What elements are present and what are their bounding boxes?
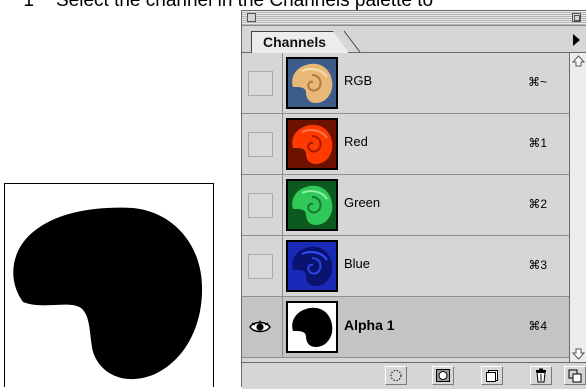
- new-channel-icon: [486, 370, 498, 382]
- new-channel-button[interactable]: [481, 366, 503, 385]
- channel-shortcut: ⌘~: [527, 75, 547, 89]
- channel-row-alpha-1[interactable]: Alpha 1 ⌘4: [242, 297, 569, 358]
- load-channel-selection-icon: [390, 370, 402, 381]
- trash-icon: [536, 368, 546, 383]
- channel-list: RGB ⌘~ Red ⌘1 Green ⌘2 Blue ⌘3 Alpha 1 ⌘…: [242, 53, 569, 361]
- visibility-box[interactable]: [248, 71, 273, 96]
- channel-name: Red: [344, 134, 368, 149]
- channel-shortcut: ⌘4: [528, 319, 547, 333]
- channel-row-red[interactable]: Red ⌘1: [242, 114, 569, 175]
- channel-row-rgb[interactable]: RGB ⌘~: [242, 53, 569, 114]
- step-number: 1: [23, 0, 34, 11]
- resize-grip[interactable]: [564, 366, 586, 385]
- palette-titlebar[interactable]: [242, 11, 586, 26]
- palette-menu-arrow-icon[interactable]: [573, 34, 580, 46]
- load-channel-selection-button[interactable]: [385, 366, 407, 385]
- shell-thumb-blue: [288, 242, 336, 290]
- shell-thumb-red: [288, 120, 336, 168]
- zoom-box-icon[interactable]: [572, 13, 581, 22]
- alpha-channel-preview: [4, 183, 214, 387]
- delete-channel-button[interactable]: [530, 366, 552, 385]
- channel-shortcut: ⌘2: [528, 197, 547, 211]
- visibility-box[interactable]: [248, 132, 273, 157]
- channel-thumbnail-alpha: [286, 301, 338, 353]
- close-box-icon[interactable]: [247, 13, 256, 22]
- channel-row-blue[interactable]: Blue ⌘3: [242, 236, 569, 297]
- visibility-box[interactable]: [248, 193, 273, 218]
- channel-shortcut: ⌘3: [528, 258, 547, 272]
- palette-tab-row: Channels: [242, 26, 586, 53]
- save-selection-channel-icon: [436, 369, 450, 382]
- tab-channels-label: Channels: [263, 34, 327, 50]
- channel-row-green[interactable]: Green ⌘2: [242, 175, 569, 236]
- channel-name: RGB: [344, 73, 373, 88]
- shell-thumb-green: [288, 181, 336, 229]
- palette-button-bar: [242, 362, 586, 389]
- channel-thumbnail-rgb: [286, 57, 338, 109]
- scroll-down-arrow-icon[interactable]: [571, 347, 586, 361]
- visibility-cell[interactable]: [242, 297, 283, 357]
- visibility-box[interactable]: [248, 254, 273, 279]
- channels-palette: Channels RGB ⌘~ Red ⌘1 Green ⌘2 Blue ⌘3 …: [241, 10, 586, 389]
- tab-channels[interactable]: Channels: [251, 31, 349, 53]
- eye-icon[interactable]: [249, 320, 271, 334]
- channel-name: Alpha 1: [344, 317, 395, 333]
- vertical-scrollbar[interactable]: [569, 53, 586, 362]
- visibility-cell[interactable]: [242, 53, 283, 113]
- scroll-up-arrow-icon[interactable]: [571, 54, 586, 68]
- visibility-cell[interactable]: [242, 114, 283, 174]
- channel-thumbnail-green: [286, 179, 338, 231]
- visibility-cell[interactable]: [242, 175, 283, 235]
- channel-name: Green: [344, 195, 381, 210]
- channel-thumbnail-blue: [286, 240, 338, 292]
- shell-mask-shape: [13, 207, 203, 380]
- channel-name: Blue: [344, 256, 371, 271]
- resize-grip-icon: [568, 369, 582, 383]
- channel-thumbnail-red: [286, 118, 338, 170]
- visibility-cell[interactable]: [242, 236, 283, 296]
- channel-shortcut: ⌘1: [528, 136, 547, 150]
- shell-thumb-alpha: [288, 303, 336, 351]
- shell-thumb-rgb: [288, 59, 336, 107]
- save-selection-channel-button[interactable]: [432, 366, 454, 385]
